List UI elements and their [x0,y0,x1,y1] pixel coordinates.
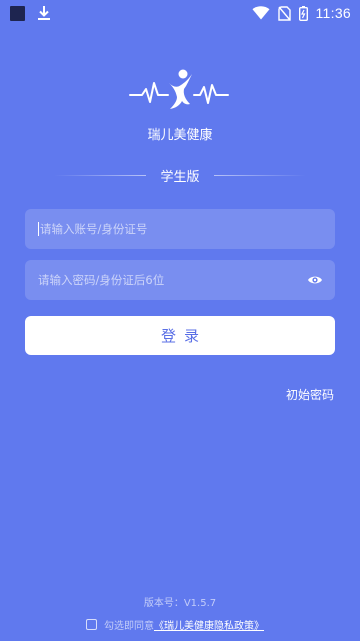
divider-right [213,174,306,176]
clock: 11:36 [315,5,351,21]
download-icon [38,6,50,20]
app-square-icon [10,5,25,21]
eye-icon[interactable] [307,274,323,286]
password-field[interactable] [25,260,335,300]
agreement-row: 勾选即同意 《瑞儿美健康隐私政策》 [86,616,264,632]
status-right: 11:36 [252,5,352,21]
text-cursor [38,222,39,236]
privacy-policy-link[interactable]: 《瑞儿美健康隐私政策》 [154,617,264,632]
status-bar: 11:36 [0,0,360,26]
wifi-icon [252,6,269,20]
version-label: 版本号：V1.5.7 [143,598,217,609]
initial-password-link[interactable]: 初始密码 [286,386,334,403]
brand-name: 瑞儿美健康 [147,128,213,143]
battery-icon [298,5,308,21]
no-sim-icon [277,5,291,21]
agree-text: 勾选即同意 [104,620,154,632]
status-left [10,5,51,21]
edition-row: 学生版 [0,165,360,185]
login-button[interactable]: 登录 [25,316,335,355]
account-field[interactable] [25,209,335,249]
agree-checkbox[interactable] [86,618,97,630]
person-heartbeat-logo [129,69,229,109]
divider-left [54,174,147,176]
edition-label: 学生版 [160,169,200,185]
account-input[interactable] [40,222,323,236]
password-input[interactable] [38,273,307,287]
